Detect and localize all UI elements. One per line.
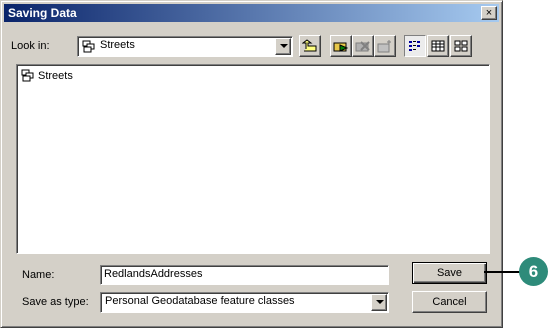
disconnect-folder-icon bbox=[355, 41, 370, 52]
connect-folder-icon bbox=[333, 42, 349, 52]
close-icon: × bbox=[485, 7, 493, 19]
step-callout: 6 bbox=[519, 257, 548, 286]
new-folder-icon bbox=[377, 40, 391, 53]
file-list-pane[interactable]: Streets bbox=[16, 64, 490, 254]
look-in-label: Look in: bbox=[11, 40, 50, 52]
details-view-button[interactable] bbox=[427, 35, 449, 57]
saving-data-dialog: Saving Data × Look in: Streets Streets N… bbox=[0, 0, 503, 328]
connect-folder-button[interactable] bbox=[330, 35, 352, 57]
chevron-down-icon bbox=[280, 44, 288, 48]
save-as-type-dropdown-button[interactable] bbox=[371, 294, 387, 311]
thumbnails-view-button[interactable] bbox=[450, 35, 472, 57]
feature-dataset-icon bbox=[21, 69, 34, 82]
name-field[interactable] bbox=[100, 265, 389, 285]
disconnect-folder-button[interactable] bbox=[352, 35, 374, 57]
title-bar: Saving Data × bbox=[4, 4, 499, 22]
up-one-level-icon bbox=[302, 39, 317, 52]
save-as-type-value: Personal Geodatabase feature classes bbox=[105, 295, 295, 307]
details-view-icon bbox=[431, 40, 445, 52]
feature-dataset-icon bbox=[82, 40, 95, 53]
close-button[interactable]: × bbox=[481, 6, 497, 20]
list-view-button[interactable] bbox=[404, 35, 426, 57]
save-as-type-label: Save as type: bbox=[22, 296, 89, 308]
list-item[interactable]: Streets bbox=[21, 69, 73, 82]
look-in-dropdown[interactable]: Streets bbox=[77, 36, 293, 57]
save-button[interactable]: Save bbox=[412, 262, 487, 284]
list-item-label: Streets bbox=[38, 69, 73, 82]
cancel-button[interactable]: Cancel bbox=[412, 291, 487, 313]
save-as-type-dropdown[interactable]: Personal Geodatabase feature classes bbox=[100, 292, 389, 313]
name-input[interactable] bbox=[104, 268, 384, 280]
name-label: Name: bbox=[22, 269, 55, 281]
new-folder-button[interactable] bbox=[374, 35, 396, 57]
chevron-down-icon bbox=[376, 300, 384, 304]
thumbnails-view-icon bbox=[454, 40, 468, 52]
look-in-dropdown-button[interactable] bbox=[275, 38, 291, 55]
list-view-icon bbox=[409, 41, 420, 51]
callout-leader-line bbox=[484, 271, 524, 273]
look-in-value: Streets bbox=[100, 39, 135, 51]
up-one-level-button[interactable] bbox=[299, 35, 321, 57]
dialog-title: Saving Data bbox=[8, 6, 77, 20]
